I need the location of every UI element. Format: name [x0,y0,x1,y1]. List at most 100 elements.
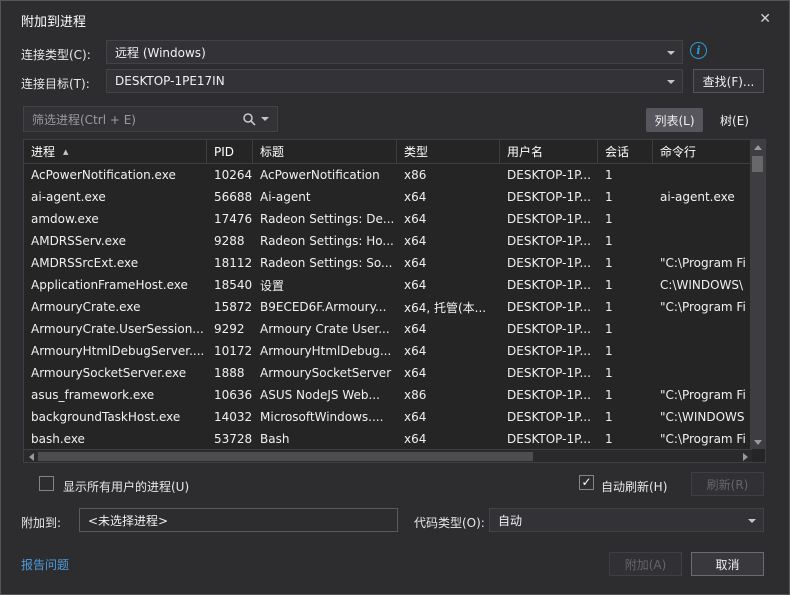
process-row[interactable]: AcPowerNotification.exe10264AcPowerNotif… [24,164,752,186]
column-header-user[interactable]: 用户名 [500,140,598,163]
cell-type: x64 [397,256,500,270]
cell-session: 1 [598,322,653,336]
scroll-down-icon[interactable] [750,435,765,449]
process-row[interactable]: amdow.exe17476Radeon Settings: De...x64D… [24,208,752,230]
column-header-cmdline[interactable]: 命令行 [653,140,752,163]
cell-pid: 53728 [207,432,253,446]
find-button[interactable]: 查找(F)... [693,69,764,93]
attach-to-field[interactable]: <未选择进程> [79,508,398,532]
cell-cmdline: "C:\Program Fi [653,256,752,270]
vertical-scrollbar-thumb[interactable] [752,156,763,172]
cell-type: x64 [397,278,500,292]
cell-session: 1 [598,300,653,314]
horizontal-scrollbar[interactable] [24,449,752,462]
cell-pid: 10636 [207,388,253,402]
cell-type: x64 [397,234,500,248]
chevron-down-icon [667,80,675,84]
process-row[interactable]: ApplicationFrameHost.exe18540设置x64DESKTO… [24,274,752,296]
code-type-select[interactable]: 自动 [489,508,764,532]
cell-title: MicrosoftWindows.... [253,410,397,424]
cell-type: x86 [397,388,500,402]
cell-pid: 1888 [207,366,253,380]
cell-pid: 10264 [207,168,253,182]
cell-process: asus_framework.exe [24,388,207,402]
column-header-type[interactable]: 类型 [397,140,500,163]
info-icon[interactable]: i [690,42,707,59]
show-all-users-checkbox[interactable] [39,476,54,491]
cell-pid: 18540 [207,278,253,292]
auto-refresh-label: 自动刷新(H) [601,478,667,495]
cell-type: x86 [397,168,500,182]
close-icon[interactable]: ✕ [755,9,775,29]
process-row[interactable]: ArmourySocketServer.exe1888ArmourySocket… [24,362,752,384]
connection-target-select[interactable]: DESKTOP-1PE17IN [106,69,683,93]
horizontal-scrollbar-thumb[interactable] [38,452,533,461]
process-row[interactable]: asus_framework.exe10636ASUS NodeJS Web..… [24,384,752,406]
cell-user: DESKTOP-1P... [500,212,598,226]
column-header-process[interactable]: 进程▲ [24,140,207,163]
cell-title: ArmourySocketServer [253,366,397,380]
filter-process-input[interactable]: 筛选进程(Ctrl + E) [23,106,278,132]
cell-title: Ai-agent [253,190,397,204]
cell-process: bash.exe [24,432,207,446]
process-row[interactable]: ArmouryCrate.exe15872B9ECED6F.Armoury...… [24,296,752,318]
column-header-pid[interactable]: PID [207,140,253,163]
cell-process: ArmourySocketServer.exe [24,366,207,380]
table-header: 进程▲PID标题类型用户名会话命令行 [24,140,752,164]
cell-title: ASUS NodeJS Web... [253,388,397,402]
cell-process: ArmouryCrate.exe [24,300,207,314]
process-row[interactable]: AMDRSServ.exe9288Radeon Settings: Ho...x… [24,230,752,252]
auto-refresh-checkbox[interactable]: ✓ [579,475,594,490]
process-row[interactable]: backgroundTaskHost.exe14032MicrosoftWind… [24,406,752,428]
attach-button[interactable]: 附加(A) [609,552,682,576]
cell-session: 1 [598,432,653,446]
cell-title: Armoury Crate User... [253,322,397,336]
filter-placeholder: 筛选进程(Ctrl + E) [24,111,242,128]
connection-type-label: 连接类型(C): [21,46,91,63]
cell-session: 1 [598,168,653,182]
refresh-button[interactable]: 刷新(R) [691,472,764,496]
cell-user: DESKTOP-1P... [500,388,598,402]
cell-session: 1 [598,212,653,226]
process-row[interactable]: ArmouryHtmlDebugServer....10172ArmouryHt… [24,340,752,362]
cell-user: DESKTOP-1P... [500,366,598,380]
cell-process: ApplicationFrameHost.exe [24,278,207,292]
cell-type: x64 [397,410,500,424]
cell-pid: 18112 [207,256,253,270]
scroll-left-icon[interactable] [24,450,38,463]
process-row[interactable]: bash.exe53728Bashx64DESKTOP-1P...1"C:\Pr… [24,428,752,450]
cell-pid: 10172 [207,344,253,358]
cell-session: 1 [598,278,653,292]
code-type-label: 代码类型(O): [414,514,485,531]
cell-process: ArmouryCrate.UserSession... [24,322,207,336]
connection-type-select[interactable]: 远程 (Windows) [106,40,683,64]
connection-target-label: 连接目标(T): [21,75,90,92]
chevron-down-icon[interactable] [261,117,269,121]
connection-target-value: DESKTOP-1PE17IN [115,74,225,88]
scroll-right-icon[interactable] [738,450,752,463]
cell-user: DESKTOP-1P... [500,344,598,358]
cell-pid: 14032 [207,410,253,424]
cell-process: ai-agent.exe [24,190,207,204]
cell-type: x64 [397,322,500,336]
process-row[interactable]: ai-agent.exe56688Ai-agentx64DESKTOP-1P..… [24,186,752,208]
search-icon[interactable] [242,112,256,126]
cancel-button[interactable]: 取消 [691,552,764,576]
cell-title: 设置 [253,277,397,294]
cell-cmdline: "C:\Program Fi [653,388,752,402]
sort-ascending-icon: ▲ [63,148,68,156]
cell-type: x64 [397,366,500,380]
cell-session: 1 [598,344,653,358]
view-toggle-list[interactable]: 列表(L) [646,108,703,132]
vertical-scrollbar[interactable] [750,140,765,449]
view-toggle-tree[interactable]: 树(E) [708,108,761,132]
column-header-session[interactable]: 会话 [598,140,653,163]
report-problem-link[interactable]: 报告问题 [21,556,69,573]
process-row[interactable]: ArmouryCrate.UserSession...9292Armoury C… [24,318,752,340]
process-row[interactable]: AMDRSSrcExt.exe18112Radeon Settings: So.… [24,252,752,274]
column-header-title[interactable]: 标题 [253,140,397,163]
cell-title: ArmouryHtmlDebug... [253,344,397,358]
cell-user: DESKTOP-1P... [500,322,598,336]
scroll-up-icon[interactable] [750,140,765,154]
cell-user: DESKTOP-1P... [500,168,598,182]
